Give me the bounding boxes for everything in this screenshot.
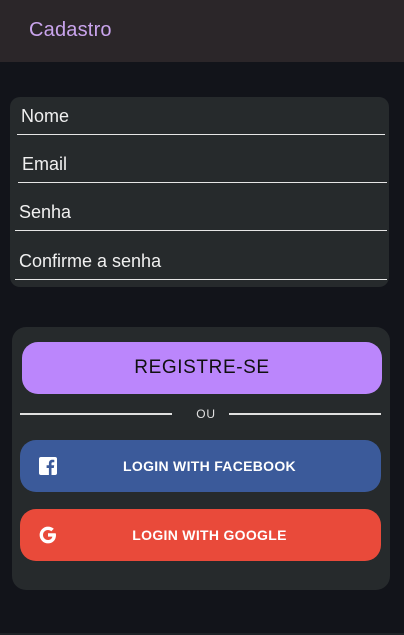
name-field[interactable]: [17, 98, 385, 135]
register-button-label: REGISTRE-SE: [134, 357, 270, 378]
google-icon: [38, 525, 58, 545]
google-login-button[interactable]: LOGIN WITH GOOGLE: [20, 509, 381, 561]
email-input[interactable]: [18, 146, 387, 182]
facebook-icon: [38, 456, 58, 476]
email-field[interactable]: [18, 146, 387, 183]
confirm-password-field[interactable]: [15, 243, 387, 280]
facebook-login-button[interactable]: LOGIN WITH FACEBOOK: [20, 440, 381, 492]
divider-line-right: [229, 413, 381, 415]
confirm-password-input[interactable]: [15, 243, 387, 279]
password-input[interactable]: [15, 194, 387, 230]
google-button-label: LOGIN WITH GOOGLE: [132, 527, 287, 543]
register-button[interactable]: REGISTRE-SE: [22, 342, 382, 394]
name-input[interactable]: [17, 98, 385, 134]
app-bar: Cadastro: [0, 0, 404, 62]
facebook-button-label: LOGIN WITH FACEBOOK: [123, 458, 296, 474]
divider-text: OU: [196, 407, 216, 421]
password-field[interactable]: [15, 194, 387, 231]
divider-line-left: [20, 413, 172, 415]
page-title: Cadastro: [29, 19, 112, 41]
